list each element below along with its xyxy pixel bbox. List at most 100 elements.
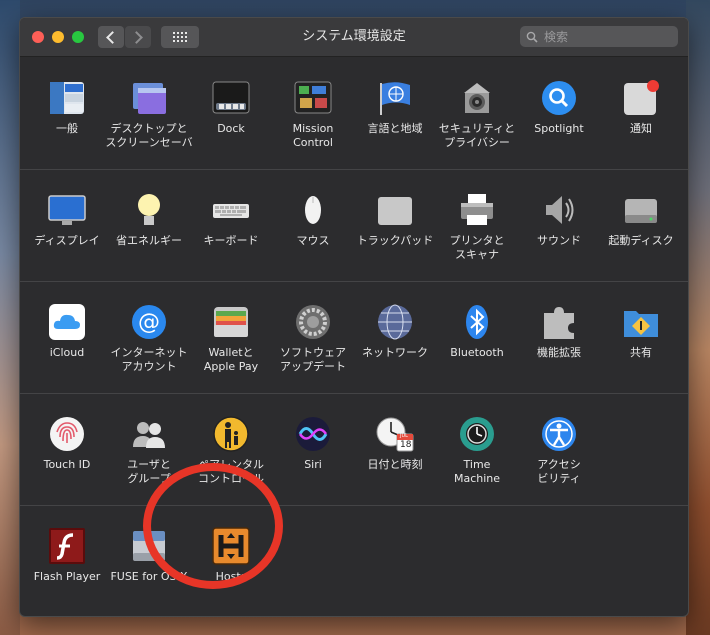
- pref-startup-disk[interactable]: 起動ディスク: [600, 169, 682, 281]
- siri-icon: [294, 415, 332, 453]
- mission-control-icon: [294, 79, 332, 117]
- users-groups-icon: [130, 415, 168, 453]
- general-icon: [48, 79, 86, 117]
- pref-label: Walletと Apple Pay: [203, 346, 259, 373]
- pref-internet-accounts[interactable]: @ インターネット アカウント: [108, 281, 190, 393]
- flash-player-icon: [48, 527, 86, 565]
- pref-label: ソフトウェア アップデート: [280, 346, 346, 373]
- pref-label: 起動ディスク: [608, 234, 674, 247]
- pref-sound[interactable]: サウンド: [518, 169, 600, 281]
- security-privacy-icon: [458, 79, 496, 117]
- wallet-icon: [212, 303, 250, 341]
- pref-mouse[interactable]: マウス: [272, 169, 354, 281]
- pref-display[interactable]: ディスプレイ: [26, 169, 108, 281]
- pref-printer-scanner[interactable]: プリンタと スキャナ: [436, 169, 518, 281]
- notifications-icon: [622, 79, 660, 117]
- pref-label: Spotlight: [534, 122, 584, 135]
- pref-label: 共有: [630, 346, 652, 359]
- pref-dock[interactable]: Dock: [190, 57, 272, 169]
- pref-language-region[interactable]: 言語と地域: [354, 57, 436, 169]
- pref-label: キーボード: [203, 234, 259, 247]
- search-field[interactable]: 検索: [520, 26, 678, 47]
- section-hardware: ディスプレイ 省エネルギー キーボード マウス トラックパッド プリンタと スキ…: [20, 169, 688, 282]
- desktop-screensaver-icon: [130, 79, 168, 117]
- system-preferences-window: システム環境設定 検索 一般 デスクトップと スクリーンセーバ Dock Mis…: [19, 17, 689, 617]
- pref-extensions[interactable]: 機能拡張: [518, 281, 600, 393]
- pref-time-machine[interactable]: Time Machine: [436, 393, 518, 505]
- chevron-left-icon: [106, 30, 119, 44]
- internet-accounts-icon: @: [130, 303, 168, 341]
- pref-label: サウンド: [537, 234, 581, 247]
- touch-id-icon: [48, 415, 86, 453]
- pref-flash-player[interactable]: Flash Player: [26, 505, 108, 616]
- pref-sharing[interactable]: 共有: [600, 281, 682, 393]
- pref-label: 日付と時刻: [367, 458, 423, 471]
- pref-label: マウス: [296, 234, 330, 247]
- pref-label: Dock: [217, 122, 245, 135]
- section-personal: 一般 デスクトップと スクリーンセーバ Dock Mission Control…: [20, 57, 688, 170]
- pref-label: 一般: [56, 122, 78, 135]
- pref-label: ディスプレイ: [34, 234, 100, 247]
- titlebar: システム環境設定 検索: [20, 18, 688, 57]
- calendar-day: 18: [400, 440, 412, 450]
- svg-text:@: @: [138, 310, 160, 335]
- software-update-icon: [294, 303, 332, 341]
- printer-scanner-icon: [458, 191, 496, 229]
- date-time-icon: JUL 18: [376, 415, 414, 453]
- pref-general[interactable]: 一般: [26, 57, 108, 169]
- section-other: Flash Player FUSE for OS X Hosts: [20, 505, 688, 616]
- pref-mission-control[interactable]: Mission Control: [272, 57, 354, 169]
- pref-date-time[interactable]: JUL 18 日付と時刻: [354, 393, 436, 505]
- search-placeholder: 検索: [544, 30, 569, 44]
- pref-label: Bluetooth: [450, 346, 504, 359]
- bluetooth-icon: [458, 303, 496, 341]
- pref-bluetooth[interactable]: Bluetooth: [436, 281, 518, 393]
- energy-saver-icon: [130, 191, 168, 229]
- pref-label: 機能拡張: [537, 346, 581, 359]
- accessibility-icon: [540, 415, 578, 453]
- forward-button[interactable]: [125, 26, 151, 48]
- pref-label: Touch ID: [43, 458, 91, 471]
- calendar-month: JUL: [400, 433, 408, 439]
- pref-notifications[interactable]: 通知: [600, 57, 682, 169]
- pref-label: Siri: [304, 458, 322, 471]
- pref-label: Time Machine: [453, 458, 501, 485]
- pref-label: 言語と地域: [367, 122, 423, 135]
- pref-touch-id[interactable]: Touch ID: [26, 393, 108, 505]
- search-icon: [526, 31, 538, 43]
- pref-label: Mission Control: [292, 122, 334, 149]
- pref-wallet[interactable]: Walletと Apple Pay: [190, 281, 272, 393]
- pref-label: Flash Player: [33, 570, 101, 583]
- display-icon: [48, 191, 86, 229]
- pref-label: セキュリティと プライバシー: [438, 122, 516, 149]
- extensions-icon: [540, 303, 578, 341]
- section-system: Touch ID ユーザと グループ ペアレンタル コントロール Siri JU…: [20, 393, 688, 506]
- pref-energy-saver[interactable]: 省エネルギー: [108, 169, 190, 281]
- desktop-background-left: [0, 0, 20, 635]
- pref-trackpad[interactable]: トラックパッド: [354, 169, 436, 281]
- spotlight-icon: [540, 79, 578, 117]
- pref-label: プリンタと スキャナ: [449, 234, 505, 261]
- pref-label: インターネット アカウント: [110, 346, 188, 373]
- pref-icloud[interactable]: iCloud: [26, 281, 108, 393]
- back-button[interactable]: [98, 26, 124, 48]
- show-all-button[interactable]: [161, 26, 199, 48]
- pref-label: アクセシ ビリティ: [537, 458, 581, 485]
- pref-security-privacy[interactable]: セキュリティと プライバシー: [436, 57, 518, 169]
- pref-spotlight[interactable]: Spotlight: [518, 57, 600, 169]
- mouse-icon: [294, 191, 332, 229]
- pref-accessibility[interactable]: アクセシ ビリティ: [518, 393, 600, 505]
- network-icon: [376, 303, 414, 341]
- pref-desktop-screensaver[interactable]: デスクトップと スクリーンセーバ: [105, 57, 193, 169]
- parental-controls-icon: [212, 415, 250, 453]
- pref-software-update[interactable]: ソフトウェア アップデート: [272, 281, 354, 393]
- pref-label: 通知: [630, 122, 652, 135]
- pref-label: ネットワーク: [362, 346, 428, 359]
- desktop-background-right: [686, 0, 710, 635]
- pref-siri[interactable]: Siri: [272, 393, 354, 505]
- language-region-icon: [376, 79, 414, 117]
- pref-keyboard[interactable]: キーボード: [190, 169, 272, 281]
- pref-network[interactable]: ネットワーク: [354, 281, 436, 393]
- keyboard-icon: [212, 191, 250, 229]
- section-internet: iCloud @ インターネット アカウント Walletと Apple Pay…: [20, 281, 688, 394]
